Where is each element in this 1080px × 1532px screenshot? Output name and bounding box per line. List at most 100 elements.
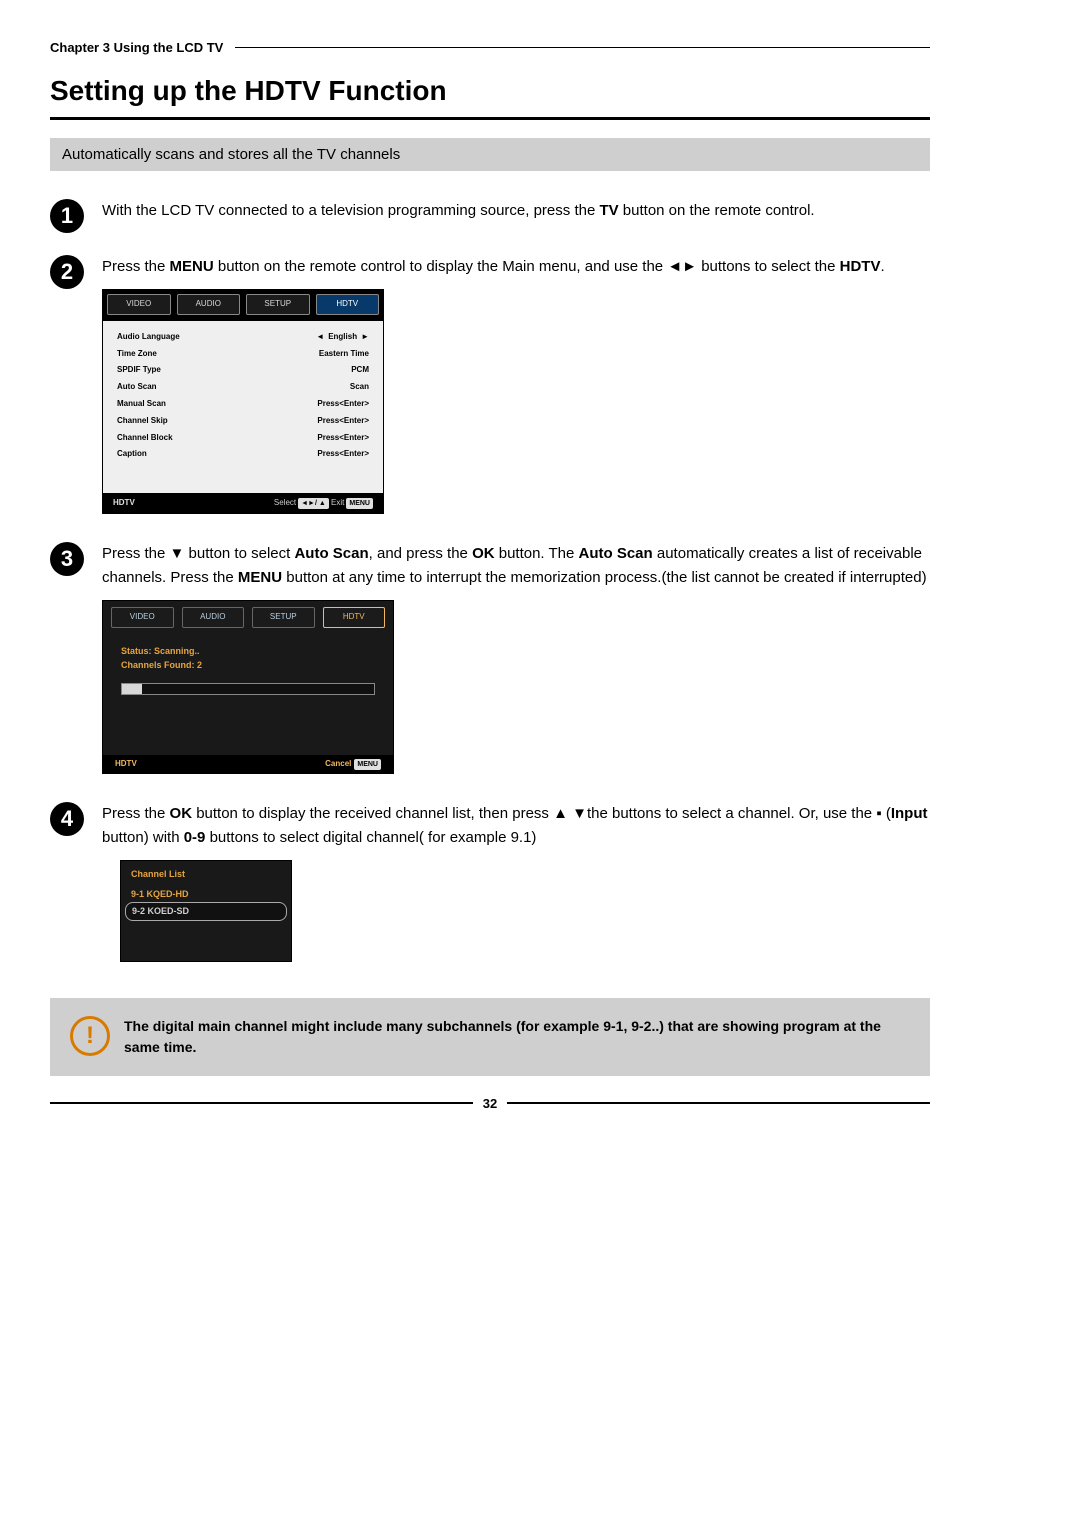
right-arrow-icon: ► <box>361 331 369 344</box>
footer-hdtv-2: HDTV <box>115 758 137 771</box>
step-1-pre: With the LCD TV connected to a televisio… <box>102 202 599 219</box>
up-down-arrows-icon: ▲ ▼ <box>553 805 587 822</box>
step-4-09: 0-9 <box>184 829 206 846</box>
cancel-label: Cancel <box>325 759 351 768</box>
tv-menu-scanning: VIDEO AUDIO SETUP HDTV Status: Scanning.… <box>102 600 394 774</box>
tv-scanning-body: Status: Scanning.. Channels Found: 2 <box>103 638 393 755</box>
step-2-text: Press the MENU button on the remote cont… <box>102 255 930 520</box>
step-1-post: button on the remote control. <box>619 202 815 219</box>
tab-video-2[interactable]: VIDEO <box>111 607 174 628</box>
row-label: Channel Skip <box>117 415 168 428</box>
row-label: Manual Scan <box>117 398 166 411</box>
step-4-mid2: the buttons to select a channel. Or, use… <box>587 805 876 822</box>
footer-exit-label: Exit <box>331 498 344 507</box>
row-manual-scan[interactable]: Manual Scan Press<Enter> <box>117 396 369 413</box>
step-2-mid2: buttons to select the <box>697 258 840 275</box>
tab-hdtv-2[interactable]: HDTV <box>323 607 386 628</box>
row-auto-scan[interactable]: Auto Scan Scan <box>117 379 369 396</box>
step-2-pre: Press the <box>102 258 170 275</box>
channel-list-header: Channel List <box>131 867 281 881</box>
step-4-pre: Press the <box>102 805 170 822</box>
chapter-rule <box>235 47 930 49</box>
menu-key-icon-2: MENU <box>354 759 381 770</box>
step-4-mid4: button) with <box>102 829 184 846</box>
channel-item-2[interactable]: 9-2 KOED-SD <box>125 902 287 920</box>
chapter-label: Chapter 3 Using the LCD TV <box>50 40 223 55</box>
row-caption[interactable]: CaptionPress<Enter> <box>117 446 369 463</box>
row-label: Channel Block <box>117 432 173 445</box>
step-3-badge: 3 <box>50 542 84 576</box>
tab-video[interactable]: VIDEO <box>107 294 171 315</box>
step-4-badge: 4 <box>50 802 84 836</box>
tv-menu-hdtv: VIDEO AUDIO SETUP HDTV Audio Language ◄ E… <box>102 289 384 514</box>
footer-right: Select◄►/ ▲ ExitMENU <box>274 497 373 510</box>
menu-key-icon: MENU <box>346 498 373 509</box>
title-rule <box>50 117 930 120</box>
row-val: English <box>328 331 357 344</box>
tv-menu-footer: HDTV Select◄►/ ▲ ExitMENU <box>103 493 383 513</box>
tab-hdtv[interactable]: HDTV <box>316 294 380 315</box>
step-3-pre: Press the <box>102 545 170 562</box>
tab-setup-2[interactable]: SETUP <box>252 607 315 628</box>
row-val: Press<Enter> <box>317 415 369 428</box>
step-4-mid1: button to display the received channel l… <box>192 805 553 822</box>
warning-icon: ! <box>70 1016 110 1056</box>
step-3-text: Press the ▼ button to select Auto Scan, … <box>102 542 930 780</box>
tv-menu-tabs: VIDEO AUDIO SETUP HDTV <box>103 290 383 321</box>
page-footer: 32 <box>50 1096 930 1111</box>
row-val: Press<Enter> <box>317 432 369 445</box>
down-arrow-icon: ▼ <box>170 545 185 562</box>
step-3-autoscan: Auto Scan <box>294 545 368 562</box>
page-title: Setting up the HDTV Function <box>50 75 930 107</box>
step-2: 2 Press the MENU button on the remote co… <box>50 255 930 520</box>
step-4-post: buttons to select digital channel( for e… <box>205 829 536 846</box>
row-val: Scan <box>350 381 369 394</box>
row-spdif[interactable]: SPDIF Type PCM <box>117 362 369 379</box>
step-4-text: Press the OK button to display the recei… <box>102 802 930 967</box>
step-4: 4 Press the OK button to display the rec… <box>50 802 930 967</box>
step-3-menu: MENU <box>238 569 282 586</box>
step-2-menu: MENU <box>170 258 214 275</box>
step-4-ok: OK <box>170 805 193 822</box>
scanning-status: Status: Scanning.. <box>121 644 375 658</box>
channels-found: Channels Found: 2 <box>121 658 375 672</box>
row-val: PCM <box>351 364 369 377</box>
progress-fill <box>122 684 142 694</box>
channel-list-panel: Channel List 9-1 KQED-HD 9-2 KOED-SD <box>120 860 292 961</box>
warning-text: The digital main channel might include m… <box>124 1016 910 1058</box>
row-val: Press<Enter> <box>317 398 369 411</box>
tab-audio[interactable]: AUDIO <box>177 294 241 315</box>
step-4-mid3: ( <box>882 805 891 822</box>
step-1-tv: TV <box>599 202 618 219</box>
step-2-badge: 2 <box>50 255 84 289</box>
progress-bar <box>121 683 375 695</box>
page-number: 32 <box>483 1096 497 1111</box>
step-1-badge: 1 <box>50 199 84 233</box>
step-3-mid2: , and press the <box>369 545 472 562</box>
step-3-mid3: button. The <box>495 545 579 562</box>
row-label: SPDIF Type <box>117 364 161 377</box>
tv-menu-rows: Audio Language ◄ English ► Time Zone Easter… <box>103 321 383 493</box>
row-label: Audio Language <box>117 331 180 344</box>
row-label: Auto Scan <box>117 381 157 394</box>
row-audio-language[interactable]: Audio Language ◄ English ► <box>117 329 369 346</box>
tab-setup[interactable]: SETUP <box>246 294 310 315</box>
footer-rule-left <box>50 1102 473 1104</box>
row-channel-block[interactable]: Channel Block Press<Enter> <box>117 430 369 447</box>
left-arrow-icon: ◄ <box>316 331 324 344</box>
row-channel-skip[interactable]: Channel Skip Press<Enter> <box>117 413 369 430</box>
step-3-mid1: button to select <box>184 545 294 562</box>
row-time-zone[interactable]: Time Zone Eastern Time <box>117 346 369 363</box>
step-1: 1 With the LCD TV connected to a televis… <box>50 199 930 233</box>
select-keys-icon: ◄►/ ▲ <box>298 498 329 509</box>
channel-item-1[interactable]: 9-1 KQED-HD <box>131 886 281 902</box>
tv-scanning-footer: HDTV CancelMENU <box>103 755 393 774</box>
chapter-header: Chapter 3 Using the LCD TV <box>50 40 930 55</box>
footer-cancel: CancelMENU <box>325 758 381 771</box>
tab-audio-2[interactable]: AUDIO <box>182 607 245 628</box>
row-label: Time Zone <box>117 348 157 361</box>
row-val: Eastern Time <box>319 348 369 361</box>
step-4-input: Input <box>891 805 928 822</box>
step-3: 3 Press the ▼ button to select Auto Scan… <box>50 542 930 780</box>
step-1-text: With the LCD TV connected to a televisio… <box>102 199 930 223</box>
